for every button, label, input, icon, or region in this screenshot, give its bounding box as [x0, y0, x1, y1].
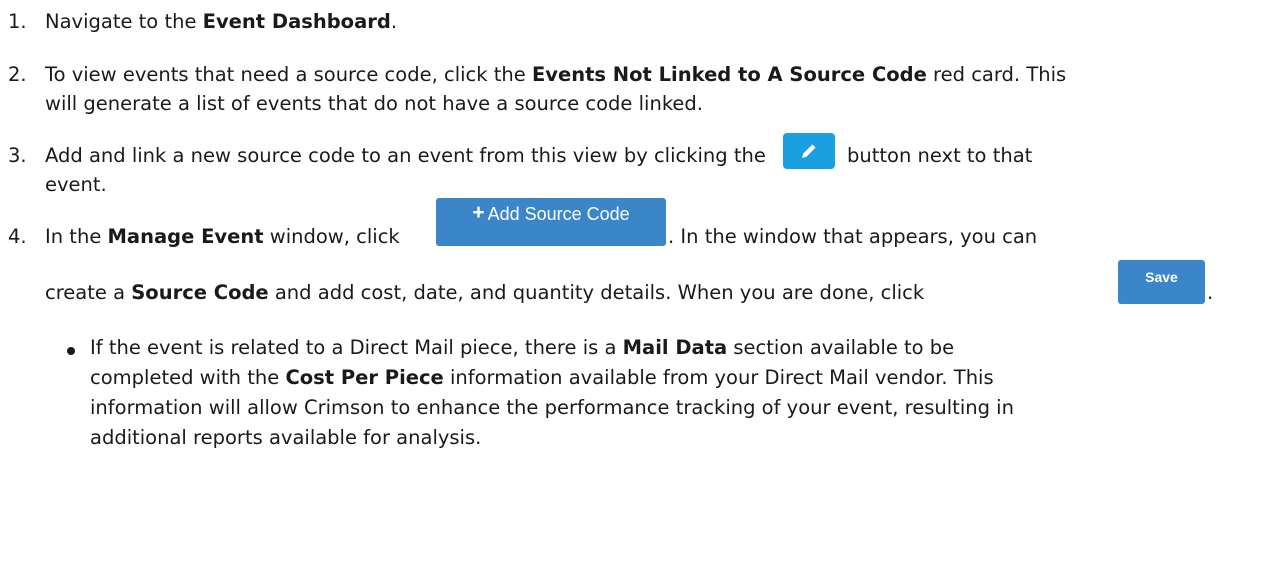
pencil-icon: [802, 144, 816, 158]
step-4-line-1-start: In the Manage Event window, click: [45, 224, 400, 250]
step-4-line-1-end: . In the window that appears, you can: [668, 225, 1038, 248]
save-button[interactable]: Save: [1118, 260, 1205, 304]
step-2-post: red card. This: [926, 63, 1067, 86]
bullet-line-3: information will allow Crimson to enhanc…: [90, 396, 1014, 419]
bullet-line-1: If the event is related to a Direct Mail…: [90, 335, 954, 361]
step-4-line-2-end: .: [1207, 281, 1214, 304]
step-4-bold: Manage Event: [107, 225, 264, 248]
step-3-pre: Add and link a new source code to an eve…: [45, 144, 766, 167]
bullet-l2-bold: Cost Per Piece: [285, 366, 444, 389]
step-4-line2-pre: create a: [45, 281, 132, 304]
step-2-number: 2.: [8, 63, 27, 86]
bullet-line-4: additional reports available for analysi…: [90, 426, 482, 449]
step-4-number: 4.: [8, 225, 27, 248]
step-4-post: window, click: [263, 225, 400, 248]
step-1-number: 1.: [8, 10, 27, 33]
bullet-l2-post: information available from your Direct M…: [443, 366, 994, 389]
step-1-pre: Navigate to the: [45, 10, 203, 33]
step-4-line-2: create a Source Code and add cost, date,…: [45, 280, 924, 306]
step-1-text: Navigate to the Event Dashboard.: [45, 9, 397, 35]
edit-button[interactable]: [783, 133, 835, 169]
step-3-line-2: event.: [45, 173, 107, 196]
bullet-l1-post: section available to be: [727, 336, 955, 359]
bullet-l2-pre: completed with the: [90, 366, 286, 389]
add-source-code-label: Add Source Code: [487, 204, 630, 224]
bullet-line-2: completed with the Cost Per Piece inform…: [90, 365, 994, 391]
step-2-pre: To view events that need a source code, …: [45, 63, 532, 86]
step-2-bold: Events Not Linked to A Source Code: [531, 63, 927, 86]
step-4-line2-post: and add cost, date, and quantity details…: [268, 281, 925, 304]
step-1-bold: Event Dashboard: [202, 10, 391, 33]
step-1-post: .: [390, 10, 398, 33]
bullet-l1-bold: Mail Data: [622, 336, 728, 359]
step-2-line-1: To view events that need a source code, …: [45, 62, 1066, 88]
bullet-dot: [67, 347, 75, 355]
step-3-number: 3.: [8, 144, 27, 167]
step-3-post: button next to that: [847, 144, 1033, 167]
step-4-line2-bold: Source Code: [131, 281, 269, 304]
plus-icon: +: [472, 201, 485, 224]
add-source-code-button[interactable]: + Add Source Code: [436, 198, 666, 246]
bullet-l1-pre: If the event is related to a Direct Mail…: [90, 336, 623, 359]
save-label: Save: [1145, 269, 1178, 285]
step-2-line-2: will generate a list of events that do n…: [45, 92, 703, 115]
step-4-pre: In the: [45, 225, 108, 248]
step-3-line-1: Add and link a new source code to an eve…: [45, 143, 766, 169]
